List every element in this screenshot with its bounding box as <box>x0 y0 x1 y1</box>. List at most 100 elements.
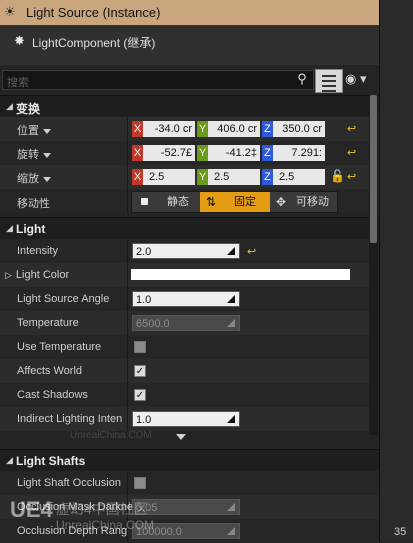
light-component-icon: ✸ <box>14 33 25 48</box>
use-temperature-checkbox[interactable] <box>134 341 146 353</box>
stationary-icon: ⇅ <box>206 195 217 209</box>
rotation-y-input[interactable]: -41.2‡ <box>208 145 260 161</box>
temperature-label: Temperature <box>17 317 79 329</box>
collapse-arrow-icon[interactable]: ◢ <box>6 223 13 234</box>
scrollbar-thumb[interactable] <box>370 95 377 243</box>
collapse-arrow-icon[interactable]: ◢ <box>6 101 13 112</box>
intensity-label: Intensity <box>17 245 58 257</box>
mobility-static-button[interactable]: 静态 <box>132 192 200 212</box>
rotation-x-input[interactable]: -52.7£ <box>143 145 195 161</box>
static-icon <box>141 198 148 205</box>
affects-world-label: Affects World <box>17 365 83 377</box>
reset-arrow-icon[interactable]: ↩ <box>347 170 356 183</box>
scale-label[interactable]: 缩放 <box>17 170 51 186</box>
component-label[interactable]: LightComponent (继承) <box>32 34 155 51</box>
light-source-angle-value: 1.0 <box>136 294 152 306</box>
reset-arrow-icon[interactable]: ↩ <box>347 146 356 159</box>
axis-y-label: Y <box>197 121 208 137</box>
show-advanced-icon[interactable] <box>176 434 186 440</box>
drag-handle-icon <box>227 503 235 511</box>
location-label[interactable]: 位置 <box>17 122 51 138</box>
side-number: 35 <box>394 526 407 538</box>
section-title: Light Shafts <box>16 454 86 468</box>
axis-y-label: Y <box>197 145 208 161</box>
indirect-lighting-value: 1.0 <box>136 414 152 426</box>
static-label: 静态 <box>167 196 189 208</box>
mobility-label: 移动性 <box>17 198 50 210</box>
scale-y-input[interactable]: 2.5 <box>208 169 260 185</box>
location-x-input[interactable]: -34.0 cr <box>143 121 195 137</box>
details-title: Light Source (Instance) <box>26 5 161 20</box>
mobility-movable-button[interactable]: ✥ 可移动 <box>270 192 337 212</box>
side-panel: 35 <box>379 0 413 542</box>
occlusion-mask-input: 0.05 <box>132 499 240 515</box>
collapse-arrow-icon[interactable]: ◢ <box>6 455 13 466</box>
reset-arrow-icon[interactable]: ↩ <box>247 245 256 258</box>
axis-y-label: Y <box>197 169 208 185</box>
indirect-lighting-label: Indirect Lighting Inten <box>17 413 123 425</box>
drag-handle-icon <box>227 319 235 327</box>
drag-handle-icon[interactable] <box>227 415 235 423</box>
axis-z-label: Z <box>262 169 273 185</box>
affects-world-checkbox[interactable]: ✓ <box>134 365 146 377</box>
section-light[interactable]: ◢ Light <box>0 217 379 240</box>
details-header: ☀ Light Source (Instance) <box>0 0 379 25</box>
light-shaft-occlusion-checkbox[interactable] <box>134 477 146 489</box>
drag-handle-icon <box>227 527 235 535</box>
lock-icon[interactable]: 🔓 <box>330 169 345 183</box>
light-source-angle-input[interactable]: 1.0 <box>132 291 240 307</box>
light-color-label[interactable]: ▷ Light Color <box>5 269 69 281</box>
light-shaft-occlusion-label: Light Shaft Occlusion <box>17 477 121 489</box>
section-light-shafts[interactable]: ◢ Light Shafts <box>0 449 379 472</box>
chevron-down-icon[interactable] <box>43 128 51 134</box>
watermark-logo: UE4 <box>10 497 53 522</box>
search-icon[interactable]: ⚲ <box>293 71 311 89</box>
location-y-input[interactable]: 406.0 cr <box>208 121 260 137</box>
cast-shadows-label: Cast Shadows <box>17 389 88 401</box>
light-source-angle-label: Light Source Angle <box>17 293 110 305</box>
axis-x-label: X <box>132 145 143 161</box>
light-color-swatch[interactable] <box>131 269 350 280</box>
chevron-down-icon[interactable] <box>43 152 51 158</box>
drag-handle-icon[interactable] <box>227 295 235 303</box>
indirect-lighting-input[interactable]: 1.0 <box>132 411 240 427</box>
axis-x-label: X <box>132 121 143 137</box>
rotation-z-input[interactable]: 7.291: <box>273 145 325 161</box>
drag-handle-icon[interactable] <box>227 247 235 255</box>
mobility-selector[interactable]: 静态 ⇅ 固定 ✥ 可移动 <box>131 191 338 213</box>
watermark-brand: 虚幻4中国社区 <box>56 501 148 517</box>
column-divider <box>127 117 128 213</box>
axis-z-label: Z <box>262 121 273 137</box>
scale-z-input[interactable]: 2.5 <box>273 169 325 185</box>
location-z-input[interactable]: 350.0 cr <box>273 121 325 137</box>
reset-arrow-icon[interactable]: ↩ <box>347 122 356 135</box>
list-view-icon[interactable] <box>315 69 343 93</box>
use-temperature-label: Use Temperature <box>17 341 102 353</box>
chevron-down-icon[interactable] <box>43 176 51 182</box>
light-source-icon: ☀ <box>4 4 16 19</box>
section-title: 变换 <box>16 102 41 116</box>
axis-x-label: X <box>132 169 143 185</box>
movable-label: 可移动 <box>296 196 329 208</box>
search-placeholder: 搜索 <box>7 77 29 89</box>
move-icon: ✥ <box>276 195 287 209</box>
section-title: Light <box>16 222 46 236</box>
temperature-value: 6500.0 <box>136 318 170 330</box>
axis-z-label: Z <box>262 145 273 161</box>
temperature-input: 6500.0 <box>132 315 240 331</box>
expand-arrow-icon[interactable]: ▷ <box>5 270 12 280</box>
eye-icon[interactable]: ◉ ▾ <box>345 71 377 89</box>
component-tree[interactable]: ✸ LightComponent (继承) <box>0 25 379 65</box>
mobility-stationary-button[interactable]: ⇅ 固定 <box>200 192 270 212</box>
search-input[interactable]: 搜索 <box>2 70 314 90</box>
section-transform[interactable]: ◢ 变换 <box>0 95 379 118</box>
scrollbar[interactable] <box>369 95 378 435</box>
stationary-label: 固定 <box>234 196 256 208</box>
intensity-input[interactable]: 2.0 <box>132 243 240 259</box>
intensity-value: 2.0 <box>136 246 152 258</box>
cast-shadows-checkbox[interactable]: ✓ <box>134 389 146 401</box>
scale-x-input[interactable]: 2.5 <box>143 169 195 185</box>
watermark-site: UnrealChina.COM <box>56 518 155 532</box>
rotation-label[interactable]: 旋转 <box>17 146 51 162</box>
column-divider <box>127 239 128 431</box>
